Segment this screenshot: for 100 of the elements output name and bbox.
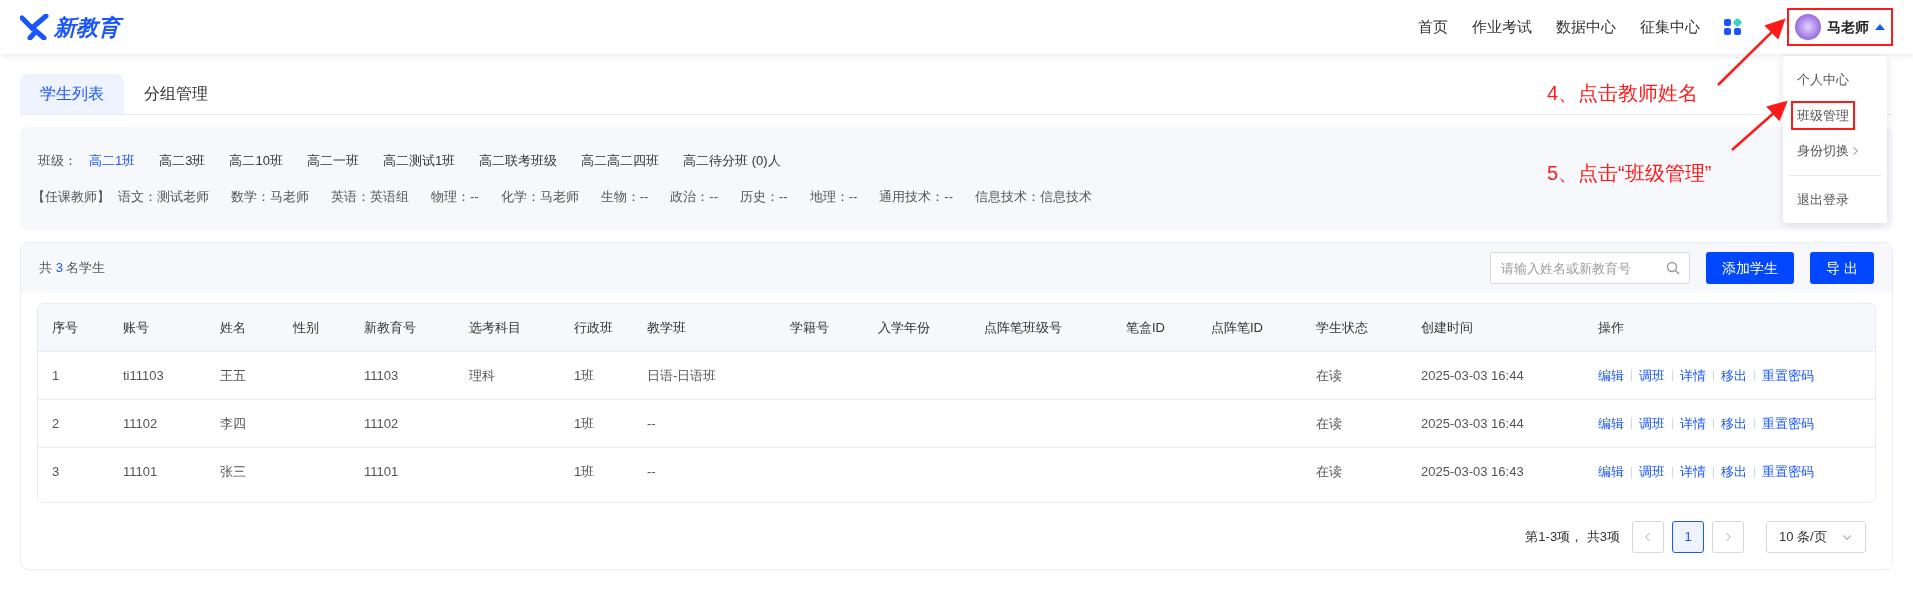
teacher-info: 政治：-- <box>670 187 718 206</box>
class-label: 班级： <box>38 152 77 170</box>
class-link[interactable]: 高二10班 <box>229 151 283 171</box>
tab[interactable]: 学生列表 <box>20 74 124 114</box>
column-header: 教学班 <box>646 318 687 337</box>
apps-icon[interactable] <box>1724 18 1742 36</box>
table-cell: 李四 <box>220 415 246 431</box>
teacher-info: 历史：-- <box>740 187 788 206</box>
previous-page-button[interactable] <box>1632 521 1664 553</box>
row-action-link[interactable]: 重置密码 <box>1762 413 1814 434</box>
table-cell: 在读 <box>1316 464 1342 480</box>
teacher-info: 信息技术：信息技术 <box>975 187 1093 206</box>
menu-item[interactable]: 退出登录 <box>1791 184 1855 214</box>
menu-item[interactable]: 班级管理 <box>1791 100 1855 130</box>
search-field[interactable]: 请输入姓名或新教育号 <box>1490 252 1691 284</box>
teacher-info: 化学：马老师 <box>500 187 579 206</box>
table-cell: 1 <box>52 367 60 383</box>
teacher-info: 通用技术：-- <box>879 187 954 206</box>
page-size-select[interactable]: 10 条/页 <box>1766 521 1866 553</box>
column-header: 性别 <box>292 318 320 337</box>
column-header: 笔盒ID <box>1125 318 1166 337</box>
column-header: 行政班 <box>573 318 614 337</box>
teacher-info: 英语：英语组 <box>331 187 409 206</box>
column-header: 学生状态 <box>1315 318 1369 337</box>
table-cell: ti11103 <box>123 367 164 383</box>
column-header: 账号 <box>122 318 150 337</box>
column-header: 姓名 <box>219 318 247 337</box>
table-cell: 11102 <box>364 415 399 431</box>
class-link[interactable]: 高二一班 <box>306 151 359 171</box>
class-link[interactable]: 高二3班 <box>159 151 206 171</box>
caret-icon <box>1875 23 1885 31</box>
annotation-text: 4、点击教师姓名 <box>1547 81 1699 106</box>
annotation-arrow <box>1717 18 1786 86</box>
table-cell: 1班 <box>574 464 595 480</box>
page-button[interactable]: 1 <box>1672 521 1704 553</box>
table-cell: 11103 <box>364 367 399 383</box>
class-link[interactable]: 高二1班 <box>89 151 136 171</box>
column-header: 入学年份 <box>877 318 931 337</box>
column-header: 学籍号 <box>789 318 830 337</box>
class-link[interactable]: 高二测试1班 <box>382 151 456 171</box>
row-action-link[interactable]: 编辑 <box>1598 365 1624 386</box>
next-page-button[interactable] <box>1712 521 1744 553</box>
row-action-link[interactable]: 编辑 <box>1598 413 1624 434</box>
row-action-link[interactable]: 详情 <box>1680 462 1706 482</box>
teacher-info: 数学：马老师 <box>231 187 309 206</box>
table-cell: 11101 <box>123 464 158 480</box>
teacher-info: 地理：-- <box>809 187 858 206</box>
row-action-link[interactable]: 移出 <box>1721 365 1747 386</box>
nav-link[interactable]: 数据中心 <box>1556 15 1616 39</box>
table-cell: 张三 <box>220 464 246 480</box>
avatar-icon <box>1795 14 1821 40</box>
menu-item[interactable]: 个人中心 <box>1791 65 1855 95</box>
class-link[interactable]: 高二待分班 (0)人 <box>683 151 781 171</box>
row-action-link[interactable]: 移出 <box>1721 462 1747 482</box>
user-menu-button[interactable]: 马老师 <box>1787 8 1893 46</box>
column-header: 点阵笔ID <box>1210 318 1264 337</box>
row-action-link[interactable]: 重置密码 <box>1762 365 1814 386</box>
search-icon <box>1666 261 1681 275</box>
column-header: 创建时间 <box>1420 318 1474 337</box>
column-header: 新教育号 <box>363 318 417 337</box>
table-cell: 2025-03-03 16:44 <box>1421 415 1524 431</box>
table-cell: 在读 <box>1316 367 1342 383</box>
teacher-label: 【任课教师】 <box>32 187 110 206</box>
action-button[interactable]: 导 出 <box>1810 252 1874 284</box>
table-cell: 1班 <box>574 415 595 431</box>
table-cell: 日语-日语班 <box>647 367 717 383</box>
nav-link[interactable]: 首页 <box>1418 15 1448 39</box>
table-cell: 在读 <box>1316 415 1342 431</box>
class-link[interactable]: 高二联考班级 <box>479 151 558 171</box>
nav-link[interactable]: 征集中心 <box>1640 15 1700 39</box>
row-action-link[interactable]: 调班 <box>1639 413 1665 434</box>
tab[interactable]: 分组管理 <box>124 74 228 114</box>
row-action-link[interactable]: 调班 <box>1639 365 1665 386</box>
nav-link[interactable]: 作业考试 <box>1472 15 1532 39</box>
table-cell: 11101 <box>364 464 399 480</box>
row-action-link[interactable]: 详情 <box>1680 413 1706 434</box>
table-cell: -- <box>647 464 656 480</box>
table-cell: 2025-03-03 16:44 <box>1421 367 1524 383</box>
row-action-link[interactable]: 移出 <box>1721 413 1747 434</box>
table-cell: 11102 <box>123 415 158 431</box>
row-action-link[interactable]: 详情 <box>1680 365 1706 386</box>
teacher-info: 生物：-- <box>600 187 649 206</box>
table-cell: 2025-03-03 16:43 <box>1421 464 1524 480</box>
column-header: 选考科目 <box>468 318 522 337</box>
table-cell: 王五 <box>220 367 246 383</box>
table-cell: 3 <box>52 464 60 480</box>
row-action-link[interactable]: 调班 <box>1639 462 1665 482</box>
menu-item[interactable]: 身份切换 <box>1791 136 1867 166</box>
class-link[interactable]: 高二高二四班 <box>581 151 660 171</box>
column-header: 点阵笔班级号 <box>983 318 1063 337</box>
table-cell: 理科 <box>469 367 495 383</box>
column-header: 操作 <box>1597 318 1624 337</box>
pagination-summary: 第1-3项， 共3项 <box>1525 528 1620 547</box>
action-button[interactable]: 添加学生 <box>1706 252 1795 284</box>
table-cell: -- <box>647 415 656 431</box>
annotation-arrow <box>1731 100 1788 151</box>
row-action-link[interactable]: 编辑 <box>1598 462 1624 482</box>
teacher-info: 物理：-- <box>431 187 479 206</box>
row-action-link[interactable]: 重置密码 <box>1762 462 1814 482</box>
table-cell: 2 <box>52 415 60 431</box>
